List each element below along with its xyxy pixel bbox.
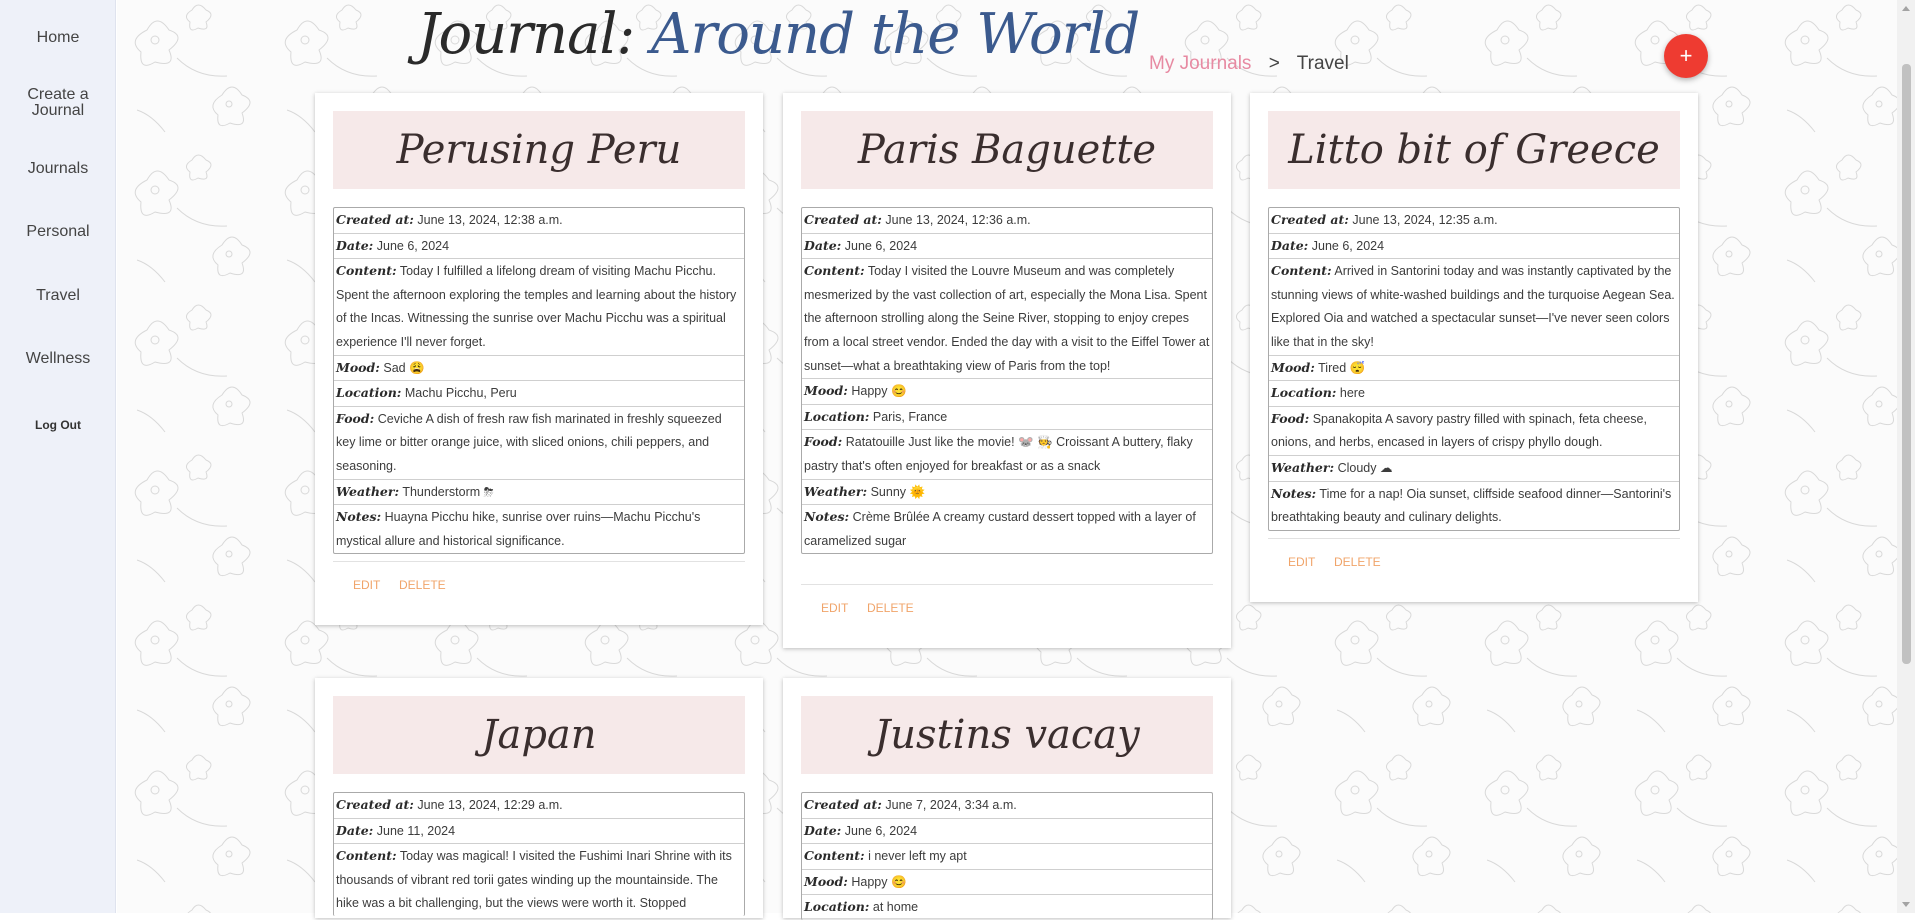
entry-fields: Created at: June 13, 2024, 12:36 a.m. Da… (801, 207, 1213, 555)
scroll-down-icon[interactable] (1902, 902, 1910, 907)
breadcrumb-current: Travel (1296, 53, 1349, 74)
entry-fields: Created at: June 13, 2024, 12:29 a.m. Da… (333, 792, 745, 916)
field-created: Created at: June 13, 2024, 12:29 a.m. (334, 793, 744, 819)
delete-button[interactable]: DELETE (1334, 555, 1381, 569)
journal-card: Perusing Peru Created at: June 13, 2024,… (315, 93, 763, 625)
field-content: Content: Arrived in Santorini today and … (1269, 259, 1679, 356)
field-created: Created at: June 13, 2024, 12:38 a.m. (334, 208, 744, 234)
entry-fields: Created at: June 13, 2024, 12:35 a.m. Da… (1268, 207, 1680, 531)
field-location: Location: here (1269, 381, 1679, 407)
field-content: Content: Today I visited the Louvre Muse… (802, 259, 1212, 380)
breadcrumb: My Journals > Travel (1149, 53, 1349, 75)
page-scrollbar[interactable] (1897, 0, 1915, 913)
sidebar-item-create-journal[interactable]: Create a Journal (0, 87, 116, 119)
field-weather: Weather: Cloudy ☁ (1269, 456, 1679, 482)
field-mood: Mood: Happy 😊 (802, 379, 1212, 405)
journal-card: Paris Baguette Created at: June 13, 2024… (783, 93, 1231, 648)
sidebar-item-home[interactable]: Home (0, 30, 116, 46)
entry-fields: Created at: June 13, 2024, 12:38 a.m. Da… (333, 207, 745, 555)
field-date: Date: June 6, 2024 (1269, 234, 1679, 260)
card-title: Paris Baguette (801, 111, 1213, 189)
card-title: Litto bit of Greece (1268, 111, 1680, 189)
page-title-accent: Around the World (651, 2, 1140, 67)
sidebar-item-logout[interactable]: Log Out (0, 417, 116, 433)
card-title: Justins vacay (801, 696, 1213, 774)
field-content: Content: Today was magical! I visited th… (336, 848, 732, 911)
field-date: Date: June 6, 2024 (334, 234, 744, 260)
field-notes: Notes: Time for a nap! Oia sunset, cliff… (1271, 485, 1672, 525)
field-content: Content: Today I fulfilled a lifelong dr… (334, 259, 744, 356)
card-title: Perusing Peru (333, 111, 745, 189)
breadcrumb-my-journals[interactable]: My Journals (1149, 53, 1251, 74)
field-notes: Notes: Huayna Picchu hike, sunrise over … (336, 509, 701, 548)
journal-card: Litto bit of Greece Created at: June 13,… (1250, 93, 1698, 602)
journal-card: Japan Created at: June 13, 2024, 12:29 a… (315, 678, 763, 918)
sidebar-item-travel[interactable]: Travel (0, 288, 116, 304)
page-title: Journal: Around the World (417, 2, 1140, 67)
edit-button[interactable]: EDIT (821, 601, 848, 615)
field-weather: Weather: Sunny 🌞 (802, 480, 1212, 506)
field-notes: Notes: Crème Brûlée A creamy custard des… (804, 509, 1196, 548)
field-date: Date: June 11, 2024 (334, 819, 744, 845)
field-date: Date: June 6, 2024 (802, 819, 1212, 845)
scroll-up-icon[interactable] (1902, 6, 1910, 11)
card-divider (801, 584, 1213, 585)
edit-button[interactable]: EDIT (1288, 555, 1315, 569)
field-mood: Mood: Happy 😊 (802, 870, 1212, 896)
field-food: Food: Spanakopita A savory pastry filled… (1269, 407, 1679, 456)
sidebar-item-wellness[interactable]: Wellness (0, 351, 116, 367)
field-created: Created at: June 13, 2024, 12:35 a.m. (1269, 208, 1679, 234)
add-entry-button[interactable]: + (1664, 34, 1708, 78)
card-divider (333, 561, 745, 562)
scrollbar-thumb[interactable] (1902, 64, 1911, 664)
sidebar-item-journals[interactable]: Journals (0, 161, 116, 177)
edit-button[interactable]: EDIT (353, 578, 380, 592)
field-location: Location: at home (804, 899, 919, 915)
field-location: Location: Machu Picchu, Peru (334, 381, 744, 407)
field-location: Location: Paris, France (802, 405, 1212, 431)
sidebar-item-personal[interactable]: Personal (0, 224, 116, 240)
card-title: Japan (333, 696, 745, 774)
delete-button[interactable]: DELETE (867, 601, 914, 615)
field-created: Created at: June 13, 2024, 12:36 a.m. (802, 208, 1212, 234)
card-divider (1268, 538, 1680, 539)
field-weather: Weather: Thunderstorm ⛈ (334, 480, 744, 506)
sidebar: Home Create a Journal Journals Personal … (0, 0, 116, 913)
field-content: Content: i never left my apt (802, 844, 1212, 870)
field-mood: Mood: Sad 😩 (334, 356, 744, 382)
field-food: Food: Ceviche A dish of fresh raw fish m… (334, 407, 744, 480)
field-created: Created at: June 7, 2024, 3:34 a.m. (802, 793, 1212, 819)
field-food: Food: Ratatouille Just like the movie! 🐭… (802, 430, 1212, 480)
breadcrumb-separator-icon: > (1268, 53, 1280, 74)
journal-card: Justins vacay Created at: June 7, 2024, … (783, 678, 1231, 920)
entry-fields: Created at: June 7, 2024, 3:34 a.m. Date… (801, 792, 1213, 920)
field-mood: Mood: Tired 😴 (1269, 356, 1679, 382)
field-date: Date: June 6, 2024 (802, 234, 1212, 260)
delete-button[interactable]: DELETE (399, 578, 446, 592)
